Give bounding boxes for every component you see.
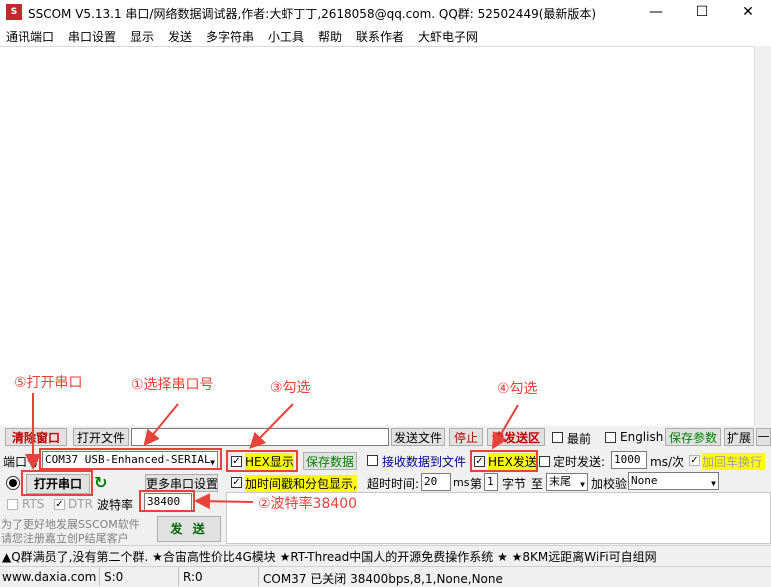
arrow-hex-display — [249, 403, 294, 449]
annotation-check-hex-display: ③勾选 — [270, 380, 311, 396]
annotation-baud: ②波特率38400 — [258, 496, 358, 512]
arrow-baud — [194, 493, 254, 510]
annotation-open-port: ⑤打开串口 — [14, 375, 83, 391]
annotation-check-hex-send: ④勾选 — [497, 381, 538, 397]
annotation-arrows — [25, 393, 519, 510]
arrow-select-port — [143, 403, 179, 447]
arrow-hex-send — [491, 404, 519, 450]
annotation-select-port: ①选择串口号 — [131, 377, 214, 393]
